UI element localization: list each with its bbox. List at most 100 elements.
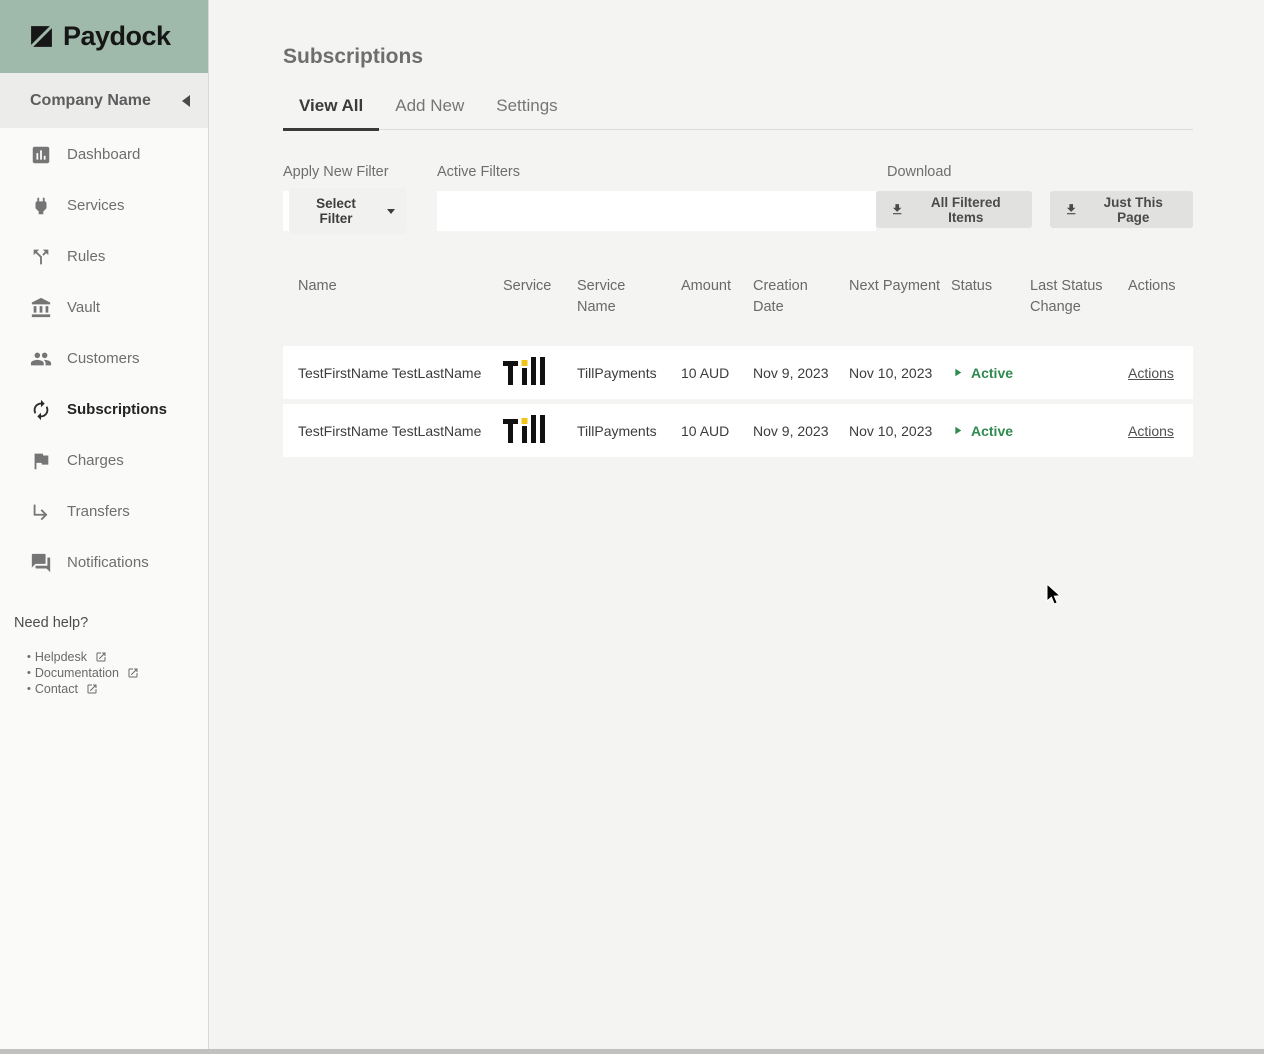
dashboard-icon — [30, 144, 52, 166]
paydock-logo-icon — [29, 24, 54, 49]
main-content: Subscriptions View All Add New Settings … — [210, 0, 1264, 1054]
apply-filter-panel: Select Filter — [283, 191, 407, 231]
help-link-documentation[interactable]: Documentation — [27, 665, 208, 681]
download-all-filtered-label: All Filtered Items — [913, 195, 1018, 225]
help-links: Helpdesk Documentation Contact — [14, 649, 208, 697]
status-badge: Active — [951, 365, 1023, 381]
apply-filter-label: Apply New Filter — [283, 164, 407, 180]
download-group: Download All Filtered Items Just This Pa… — [876, 164, 1193, 231]
tab-add-new[interactable]: Add New — [379, 96, 480, 129]
bottom-scrollbar[interactable] — [0, 1049, 1264, 1054]
cell-service — [488, 355, 571, 391]
actions-link[interactable]: Actions — [1128, 365, 1174, 381]
play-icon — [951, 424, 964, 437]
sidebar-item-label: Transfers — [67, 503, 130, 520]
cell-next-payment: Nov 10, 2023 — [841, 365, 944, 381]
column-header-creation-date: Creation Date — [746, 268, 841, 318]
status-label: Active — [971, 365, 1013, 381]
actions-link[interactable]: Actions — [1128, 423, 1174, 439]
subscriptions-table: Name Service Service Name Amount Creatio… — [283, 268, 1193, 457]
tab-view-all[interactable]: View All — [283, 96, 379, 129]
table-header: Name Service Service Name Amount Creatio… — [283, 268, 1193, 346]
help-link-helpdesk[interactable]: Helpdesk — [27, 649, 208, 665]
table-row: TestFirstName TestLastName TillPayments … — [283, 404, 1193, 457]
sidebar-item-customers[interactable]: Customers — [0, 333, 208, 384]
tab-settings[interactable]: Settings — [480, 96, 573, 129]
select-filter-label: Select Filter — [301, 196, 371, 226]
sidebar-collapse-icon[interactable] — [182, 95, 190, 107]
apply-filter-group: Apply New Filter Select Filter — [283, 164, 407, 231]
column-header-actions: Actions — [1120, 268, 1193, 318]
services-plug-icon — [30, 195, 52, 217]
cell-actions: Actions — [1120, 423, 1193, 439]
download-label: Download — [887, 164, 1193, 180]
column-header-next-payment: Next Payment — [841, 268, 944, 318]
active-filters-box — [437, 191, 876, 231]
sidebar-item-services[interactable]: Services — [0, 180, 208, 231]
customers-people-icon — [30, 348, 52, 370]
till-payments-logo — [503, 355, 549, 391]
company-selector[interactable]: Company Name — [0, 73, 208, 128]
sidebar-item-label: Dashboard — [67, 146, 140, 163]
sidebar-item-transfers[interactable]: Transfers — [0, 486, 208, 537]
download-this-page-button[interactable]: Just This Page — [1050, 191, 1193, 228]
download-this-page-label: Just This Page — [1087, 195, 1179, 225]
sidebar-item-rules[interactable]: Rules — [0, 231, 208, 282]
cell-actions: Actions — [1120, 365, 1193, 381]
help-link-label: Contact — [35, 681, 78, 697]
column-header-status: Status — [944, 268, 1023, 318]
sidebar-item-vault[interactable]: Vault — [0, 282, 208, 333]
cell-service — [488, 413, 571, 449]
charges-flag-icon — [30, 450, 52, 472]
external-link-icon — [127, 667, 139, 679]
select-filter-dropdown[interactable]: Select Filter — [289, 188, 407, 234]
sidebar: Paydock Company Name Dashboard Services … — [0, 0, 209, 1054]
active-filters-group: Active Filters — [437, 164, 876, 231]
tab-bar: View All Add New Settings — [283, 96, 1193, 130]
sidebar-item-dashboard[interactable]: Dashboard — [0, 129, 208, 180]
download-icon — [1064, 202, 1078, 217]
cell-status: Active — [944, 423, 1023, 439]
subscriptions-renew-icon — [30, 399, 52, 421]
external-link-icon — [95, 651, 107, 663]
sidebar-item-label: Rules — [67, 248, 105, 265]
chevron-down-icon — [387, 209, 395, 214]
play-icon — [951, 366, 964, 379]
vault-bank-icon — [30, 297, 52, 319]
column-header-service: Service — [488, 268, 571, 318]
column-header-amount: Amount — [668, 268, 746, 318]
active-filters-label: Active Filters — [437, 164, 876, 180]
help-title: Need help? — [14, 615, 208, 631]
cell-amount: 10 AUD — [668, 423, 746, 439]
column-header-service-name: Service Name — [571, 268, 668, 318]
sidebar-item-label: Vault — [67, 299, 100, 316]
transfers-arrow-icon — [30, 501, 52, 523]
till-payments-logo — [503, 413, 549, 449]
page-title: Subscriptions — [283, 45, 1193, 69]
rules-split-icon — [30, 246, 52, 268]
help-link-contact[interactable]: Contact — [27, 681, 208, 697]
logo-header: Paydock — [0, 0, 208, 73]
download-all-filtered-button[interactable]: All Filtered Items — [876, 191, 1032, 228]
sidebar-item-charges[interactable]: Charges — [0, 435, 208, 486]
help-link-label: Helpdesk — [35, 649, 87, 665]
cell-amount: 10 AUD — [668, 365, 746, 381]
cell-status: Active — [944, 365, 1023, 381]
column-header-name: Name — [283, 268, 488, 318]
column-header-last-status-change: Last Status Change — [1023, 268, 1120, 318]
cell-name: TestFirstName TestLastName — [283, 423, 488, 439]
sidebar-item-label: Charges — [67, 452, 124, 469]
sidebar-item-subscriptions[interactable]: Subscriptions — [0, 384, 208, 435]
cell-name: TestFirstName TestLastName — [283, 365, 488, 381]
sidebar-nav: Dashboard Services Rules Vault Customers — [0, 128, 208, 588]
cell-creation-date: Nov 9, 2023 — [746, 423, 841, 439]
download-buttons: All Filtered Items Just This Page — [876, 191, 1193, 228]
status-label: Active — [971, 423, 1013, 439]
help-link-label: Documentation — [35, 665, 119, 681]
status-badge: Active — [951, 423, 1023, 439]
external-link-icon — [86, 683, 98, 695]
cell-service-name: TillPayments — [571, 423, 668, 439]
table-row: TestFirstName TestLastName TillPayments … — [283, 346, 1193, 399]
company-name-label: Company Name — [30, 92, 151, 110]
sidebar-item-notifications[interactable]: Notifications — [0, 537, 208, 588]
